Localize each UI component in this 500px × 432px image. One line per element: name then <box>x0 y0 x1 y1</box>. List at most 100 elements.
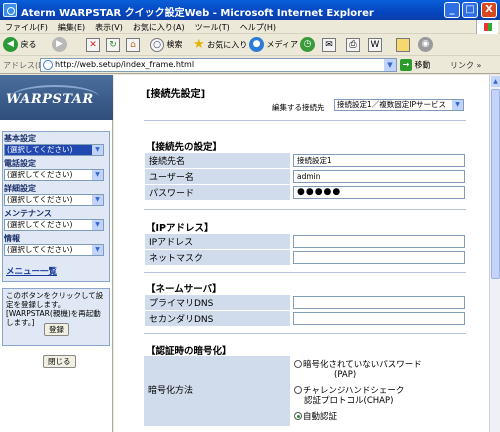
mail-icon: ✉ <box>322 37 336 52</box>
maximize-button[interactable]: □ <box>462 2 478 18</box>
close-button[interactable]: 閉じる <box>43 355 76 368</box>
scrollbar-thumb[interactable] <box>491 89 500 279</box>
menu-list-link[interactable]: メニュー一覧 <box>6 265 57 277</box>
form-label: ネットマスク <box>145 250 290 265</box>
nav-group-label: 電話設定 <box>4 159 36 168</box>
edit-button[interactable]: W <box>368 37 382 53</box>
menu-file[interactable]: ファイル(F) <box>0 20 53 33</box>
print-button[interactable]: ⎙ <box>346 37 360 53</box>
radio-option-auto[interactable]: 自動認証 <box>292 412 466 422</box>
secondary-dns-input[interactable] <box>293 312 465 325</box>
address-dropdown-icon[interactable]: ▼ <box>384 59 396 71</box>
folder-button[interactable] <box>396 37 410 53</box>
chevron-down-icon: ▼ <box>92 245 103 255</box>
divider <box>144 333 466 334</box>
favorites-button[interactable]: ★ お気に入り <box>193 37 247 53</box>
media-button[interactable]: ● メディア <box>249 37 298 53</box>
section-encryption-heading: 【認証時の暗号化】 <box>146 346 232 357</box>
favorites-label: お気に入り <box>207 40 248 50</box>
home-icon: ⌂ <box>126 37 140 52</box>
password-input[interactable]: ●●●●● <box>293 186 465 199</box>
divider <box>144 272 466 273</box>
close-window-button[interactable]: X <box>481 2 497 18</box>
menubar: ファイル(F) 編集(E) 表示(V) お気に入り(A) ツール(T) ヘルプ(H) <box>0 20 500 34</box>
history-icon: ◷ <box>300 37 315 52</box>
media-label: メディア <box>266 40 298 49</box>
radio-label: 自動認証 <box>303 412 338 422</box>
search-label: 検索 <box>166 40 183 49</box>
messenger-button[interactable]: ◉ <box>418 37 433 53</box>
search-button[interactable]: ○ 検索 <box>150 37 183 53</box>
menu-view[interactable]: 表示(V) <box>90 20 128 33</box>
radio-label-sub: (PAP) <box>334 370 357 380</box>
media-icon: ● <box>249 37 264 52</box>
ip-address-input[interactable] <box>293 235 465 248</box>
home-button[interactable]: ⌂ <box>126 37 140 53</box>
links-button[interactable]: リンク » <box>450 60 481 71</box>
go-button[interactable]: → 移動 <box>400 59 431 71</box>
forward-button[interactable]: ▶ <box>52 37 67 53</box>
form-row: IPアドレス <box>145 234 465 249</box>
form-row: セカンダリDNS <box>145 311 465 326</box>
menu-tools[interactable]: ツール(T) <box>190 20 235 33</box>
divider <box>144 120 466 121</box>
radio-option-chap[interactable]: チャレンジハンドシェーク 認証プロトコル(CHAP) <box>292 386 466 406</box>
ip-form: IPアドレス ネットマスク <box>144 233 466 266</box>
chevron-down-icon: ▼ <box>92 195 103 205</box>
mail-button[interactable]: ✉ <box>322 37 336 53</box>
nav-group-info: 情報 (選択してください) ▼ <box>4 234 104 256</box>
windows-flag-icon <box>476 20 498 34</box>
form-label: プライマリDNS <box>145 295 290 310</box>
history-button[interactable]: ◷ <box>300 37 315 53</box>
connection-form: 接続先名 接続設定1 ユーザー名 admin パスワード ●●●●● <box>144 152 466 201</box>
address-input[interactable]: http://web.setup/index_frame.html ▼ <box>40 58 397 72</box>
radio-icon[interactable] <box>294 360 302 368</box>
left-nav-frame: WARPSTAR 基本設定 (選択してください) ▼ 電話設定 (選択してくださ… <box>0 75 113 432</box>
print-icon: ⎙ <box>346 37 360 52</box>
menu-help[interactable]: ヘルプ(H) <box>235 20 281 33</box>
basic-settings-select[interactable]: (選択してください) ▼ <box>4 144 104 156</box>
back-button[interactable]: ◀ 戻る <box>3 37 37 53</box>
maintenance-select[interactable]: (選択してください) ▼ <box>4 219 104 231</box>
edit-icon: W <box>368 37 382 52</box>
advanced-settings-select[interactable]: (選択してください) ▼ <box>4 194 104 206</box>
chevron-down-icon: ▼ <box>92 220 103 230</box>
address-url: http://web.setup/index_frame.html <box>55 60 195 69</box>
stop-icon: ✕ <box>86 37 100 52</box>
nav-group-phone: 電話設定 (選択してください) ▼ <box>4 159 104 181</box>
radio-option-pap[interactable]: 暗号化されていないパスワード (PAP) <box>292 360 466 380</box>
register-button[interactable]: 登録 <box>44 323 69 336</box>
menu-edit[interactable]: 編集(E) <box>53 20 90 33</box>
edit-target-select[interactable]: 接続設定1／複数固定IPサービス ▼ <box>334 99 464 111</box>
favorites-star-icon: ★ <box>193 37 205 52</box>
form-label: 暗号化方法 <box>144 356 290 426</box>
menu-favorites[interactable]: お気に入り(A) <box>128 20 190 33</box>
forward-arrow-icon: ▶ <box>52 37 67 52</box>
back-arrow-icon: ◀ <box>3 37 18 52</box>
scroll-up-icon[interactable]: ▲ <box>491 76 500 87</box>
divider <box>144 209 466 210</box>
netmask-input[interactable] <box>293 251 465 264</box>
section-ip-heading: 【IPアドレス】 <box>146 223 214 234</box>
ie-icon <box>3 3 17 17</box>
radio-selected-icon[interactable] <box>294 412 302 420</box>
register-info-box: このボタンをクリックして設定を登録します。[WARPSTAR(親機)を再起動しま… <box>2 288 110 346</box>
stop-button[interactable]: ✕ <box>86 37 100 53</box>
info-select[interactable]: (選択してください) ▼ <box>4 244 104 256</box>
refresh-icon: ↻ <box>106 37 120 52</box>
links-label: リンク <box>450 61 474 70</box>
minimize-button[interactable]: _ <box>444 2 460 18</box>
radio-icon[interactable] <box>294 386 302 394</box>
connection-name-input[interactable]: 接続設定1 <box>293 154 465 167</box>
back-label: 戻る <box>20 40 37 49</box>
nav-group-maintenance: メンテナンス (選択してください) ▼ <box>4 209 104 231</box>
vertical-scrollbar[interactable]: ▲ <box>489 75 500 432</box>
primary-dns-input[interactable] <box>293 296 465 309</box>
phone-settings-select[interactable]: (選択してください) ▼ <box>4 169 104 181</box>
folder-icon <box>396 37 410 52</box>
select-value: (選択してください) <box>7 245 73 254</box>
form-row: 接続先名 接続設定1 <box>145 153 465 168</box>
username-input[interactable]: admin <box>293 170 465 183</box>
refresh-button[interactable]: ↻ <box>106 37 120 53</box>
register-info-text: このボタンをクリックして設定を登録します。[WARPSTAR(親機)を再起動しま… <box>6 291 104 327</box>
